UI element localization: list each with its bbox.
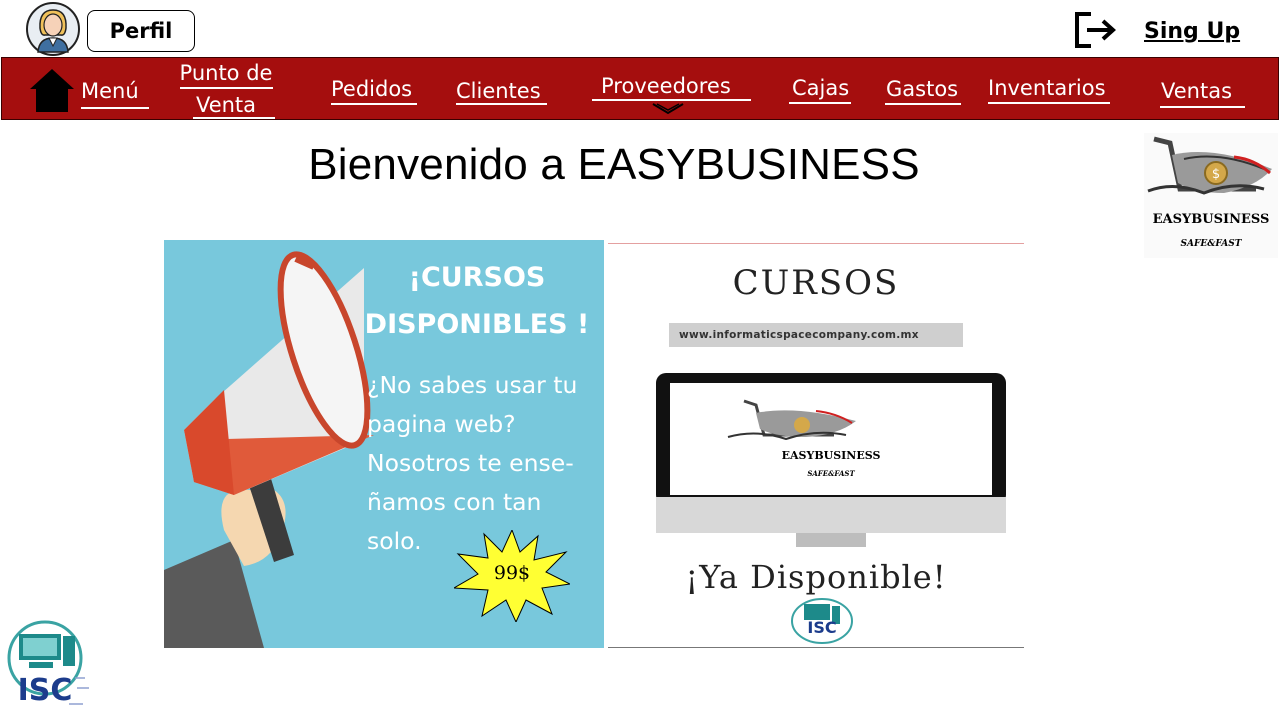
- isc-logo-small: ISC: [790, 598, 854, 644]
- ad-title: CURSOS: [732, 263, 900, 303]
- nav-underline: [789, 102, 851, 104]
- nav-item-clientes[interactable]: Clientes: [456, 80, 541, 102]
- nav-item-label-line2: Venta: [195, 93, 257, 117]
- courses-promo-banner[interactable]: ¡CURSOS DISPONIBLES ! ¿No sabes usar tu …: [164, 240, 604, 648]
- nav-item-cajas[interactable]: Cajas: [792, 77, 849, 99]
- nav-item-menu[interactable]: Menú: [81, 80, 139, 102]
- nav-underline: [331, 103, 417, 105]
- user-avatar-icon[interactable]: [25, 2, 81, 56]
- divider: [608, 647, 1024, 648]
- divider: [608, 243, 1024, 244]
- nav-item-proveedores[interactable]: Proveedores: [601, 75, 731, 97]
- nav-item-label-line1: Punto de: [179, 61, 273, 85]
- nav-underline: [885, 103, 961, 105]
- nav-underline: [1160, 106, 1245, 108]
- isc-logo: ISC: [5, 618, 91, 718]
- screen-brand-name: EASYBUSINESS: [781, 449, 881, 462]
- signup-link[interactable]: Sing Up: [1144, 19, 1240, 44]
- ad-url[interactable]: www.informaticspacecompany.com.mx: [669, 323, 963, 347]
- screen-brand-tagline: SAFE&FAST: [807, 469, 855, 478]
- promo-title-line2: DISPONIBLES !: [364, 309, 590, 340]
- promo-body-line: Nosotros te ense-: [367, 449, 574, 477]
- promo-body-line: ¿No sabes usar tu: [367, 371, 578, 399]
- ad-available-text: ¡Ya Disponible!: [685, 558, 947, 596]
- nav-underline: [180, 87, 273, 89]
- brand-logo: $ EASYBUSINESS SAFE&FAST: [1144, 133, 1278, 258]
- nav-item-inventarios[interactable]: Inventarios: [988, 77, 1106, 99]
- nav-underline: [988, 102, 1110, 104]
- nav-underline: [81, 107, 149, 109]
- isc-label: ISC: [807, 618, 837, 637]
- logout-icon[interactable]: [1073, 10, 1121, 50]
- svg-text:$: $: [1212, 167, 1220, 182]
- home-icon[interactable]: [29, 67, 75, 113]
- promo-body-line: pagina web?: [367, 410, 516, 438]
- page-title: Bienvenido a EASYBUSINESS: [308, 140, 920, 189]
- nav-item-gastos[interactable]: Gastos: [886, 78, 958, 100]
- brand-name: EASYBUSINESS: [1152, 212, 1270, 227]
- courses-ad[interactable]: CURSOS www.informaticspacecompany.com.mx…: [608, 243, 1024, 648]
- nav-underline: [193, 117, 275, 119]
- profile-button[interactable]: Perfil: [87, 10, 195, 52]
- nav-underline: [456, 103, 547, 105]
- nav-item-punto-de-venta-line2[interactable]: Venta: [174, 94, 278, 116]
- nav-item-ventas[interactable]: Ventas: [1161, 80, 1232, 102]
- promo-title-line1: ¡CURSOS: [408, 262, 546, 293]
- nav-item-punto-de-venta[interactable]: Punto de: [174, 62, 278, 84]
- price-label: 99$: [493, 562, 531, 584]
- nav-item-pedidos[interactable]: Pedidos: [331, 78, 412, 100]
- brand-tagline: SAFE&FAST: [1180, 239, 1242, 249]
- chevron-down-icon[interactable]: [651, 101, 685, 117]
- isc-label: ISC: [17, 673, 73, 708]
- promo-body-line: ñamos con tan: [367, 488, 542, 516]
- promo-title: ¡CURSOS DISPONIBLES !: [342, 254, 604, 348]
